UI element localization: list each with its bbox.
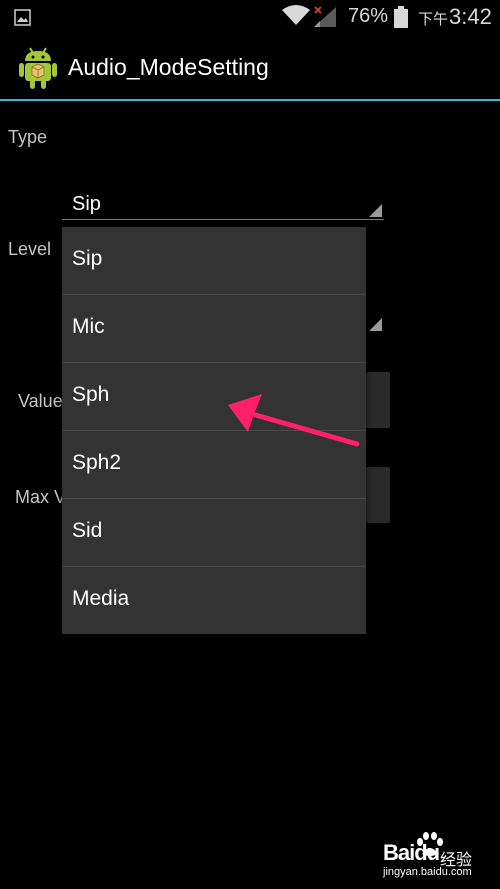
dropdown-item-label: Mic <box>72 315 105 338</box>
spinner-arrow-icon <box>369 204 382 217</box>
value-label: Value <box>18 391 63 411</box>
dropdown-item-label: Sid <box>72 519 103 542</box>
wifi-icon <box>282 5 310 25</box>
dropdown-item-label: Sph <box>72 383 110 406</box>
status-clock: 下午3:42 <box>418 4 492 30</box>
watermark-url: jingyan.baidu.com <box>383 866 472 878</box>
type-spinner[interactable]: Sip <box>62 189 384 220</box>
clock-ampm: 下午 <box>418 11 449 28</box>
signal-icon <box>314 6 336 27</box>
dropdown-item-mic[interactable]: Mic <box>62 295 366 363</box>
action-bar: Audio_ModeSetting <box>0 36 500 99</box>
clock-time: 3:42 <box>449 4 492 29</box>
dropdown-item-sip[interactable]: Sip <box>62 227 366 295</box>
battery-icon <box>394 6 408 28</box>
image-notification-icon <box>14 9 31 26</box>
level-label: Level <box>8 239 52 259</box>
dropdown-item-sid[interactable]: Sid <box>62 499 366 567</box>
app-title: Audio_ModeSetting <box>68 54 269 80</box>
value-input[interactable] <box>366 372 390 428</box>
dropdown-item-label: Sip <box>72 247 103 270</box>
annotation-arrow-icon <box>228 394 360 447</box>
action-bar-divider <box>0 99 500 101</box>
type-spinner-value: Sip <box>72 193 101 215</box>
watermark-brand: Baidu <box>383 840 440 865</box>
max-value-label: Max V <box>15 487 67 507</box>
screen: 76% 下午3:42 Audio_ModeSetting Type Sip Le… <box>0 0 500 889</box>
dropdown-item-media[interactable]: Media <box>62 567 366 634</box>
status-bar: 76% 下午3:42 <box>0 0 500 36</box>
max-value-input[interactable] <box>366 467 390 523</box>
type-label: Type <box>8 127 48 147</box>
android-app-icon[interactable] <box>18 45 58 91</box>
dropdown-item-label: Sph2 <box>72 451 122 474</box>
battery-percent: 76% <box>348 5 389 27</box>
dropdown-item-label: Media <box>72 587 130 610</box>
spinner-arrow-icon <box>369 318 382 331</box>
